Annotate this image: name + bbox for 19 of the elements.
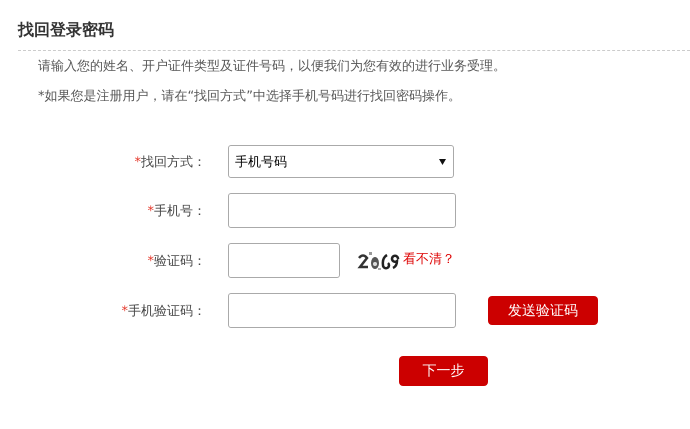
required-marker: *	[122, 304, 128, 318]
method-dropdown[interactable]: 手机号码	[228, 145, 454, 178]
required-marker: *	[148, 204, 154, 218]
instruction-text: *如果您是注册用户，请在“找回方式”中选择手机号码进行找回密码操作。	[38, 88, 462, 106]
sms-code-input-field[interactable]	[228, 293, 456, 328]
required-marker: *	[134, 154, 141, 170]
field-label: 手机验证码：	[128, 304, 206, 318]
send-code-button[interactable]: 发送验证码	[488, 296, 598, 325]
next-step-button[interactable]: 下一步	[399, 356, 488, 386]
captcha-input-field[interactable]	[228, 243, 340, 278]
instruction-text: 请输入您的姓名、开户证件类型及证件号码，以便我们为您有效的进行业务受理。	[38, 58, 507, 76]
page-title: 找回登录密码	[18, 19, 115, 41]
dropdown-arrow-icon	[439, 158, 446, 164]
required-marker: *	[148, 254, 154, 268]
phone-input-field[interactable]	[228, 193, 456, 228]
field-label: 验证码：	[154, 254, 206, 268]
field-label: 找回方式：	[141, 154, 206, 170]
field-label: 手机号：	[154, 204, 206, 218]
refresh-captcha-link[interactable]: 看不清？	[403, 250, 455, 268]
